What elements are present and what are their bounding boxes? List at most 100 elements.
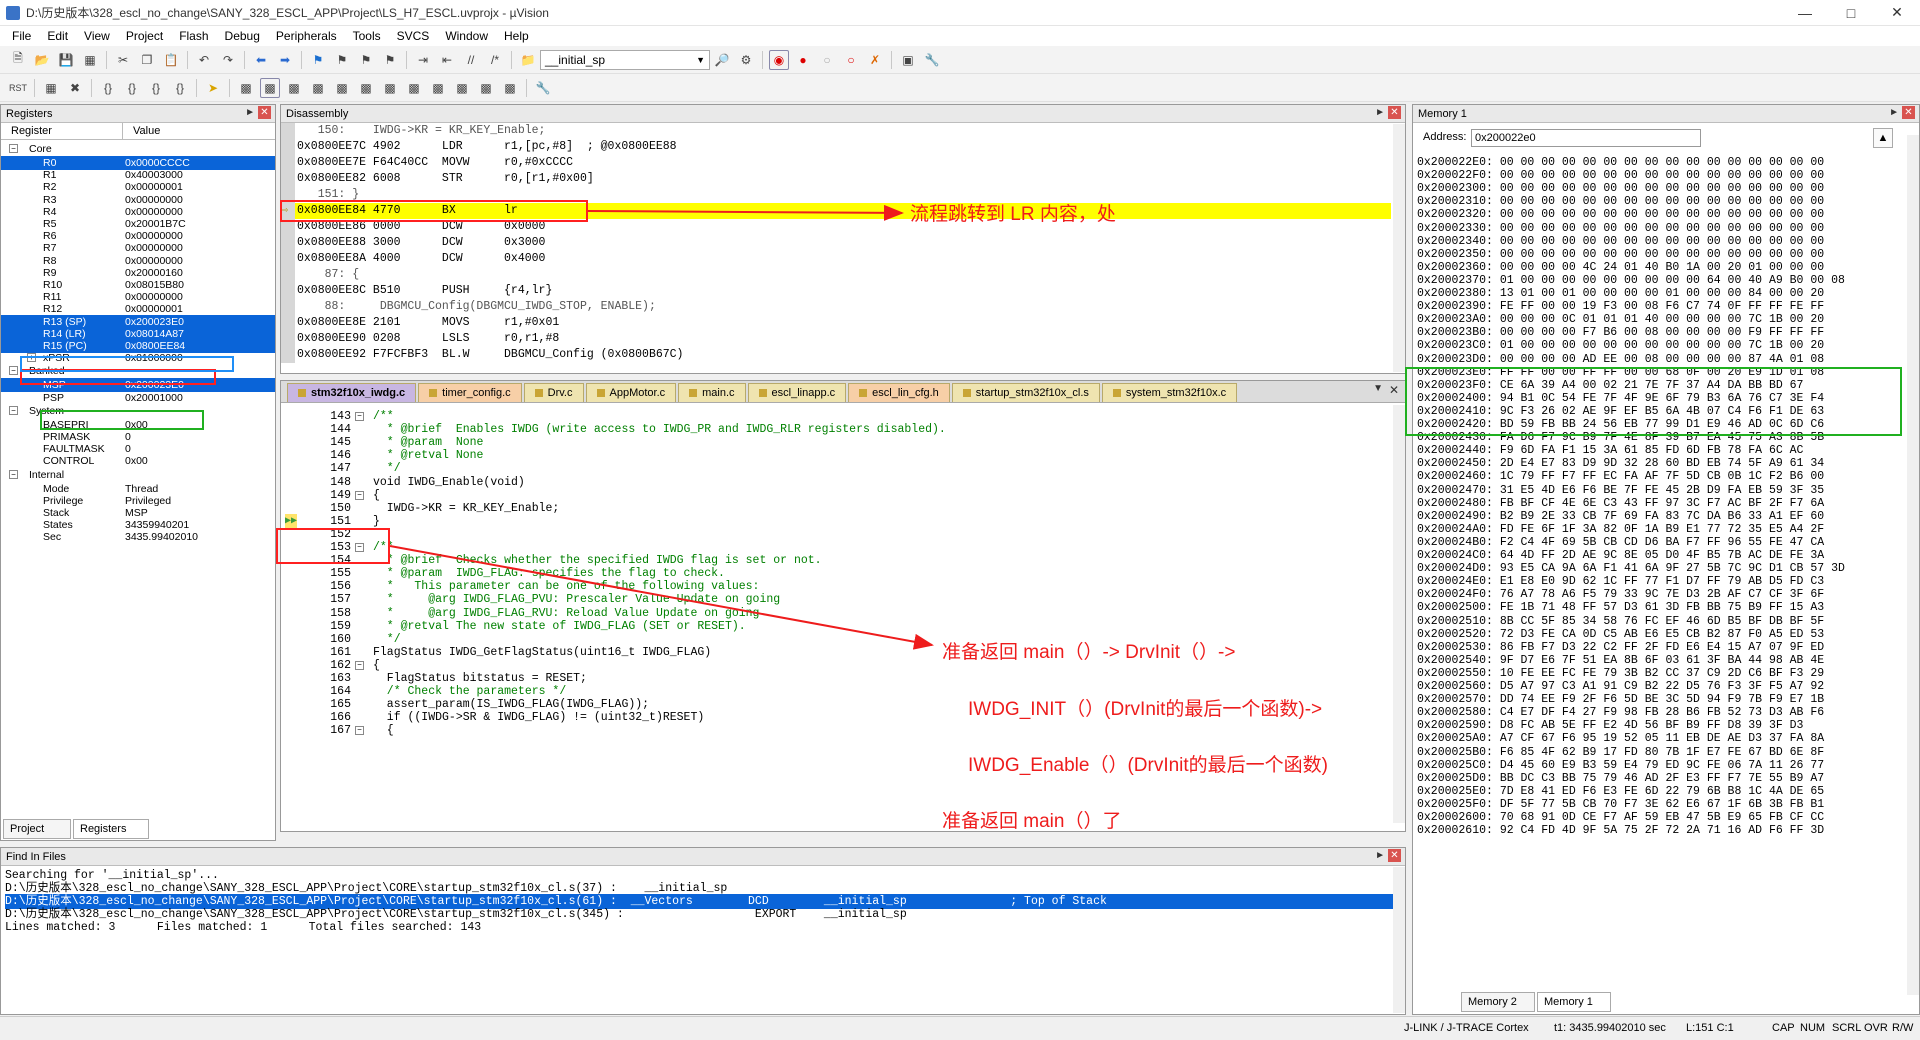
disassembly-line[interactable]: 0x0800EE90 0208 LSLS r0,r1,#8	[281, 331, 1391, 347]
register-row[interactable]: PSP 0x20001000	[1, 391, 275, 405]
debug-settings-icon[interactable]: 🔧	[533, 78, 553, 98]
tab-list-icon[interactable]: ▼	[1373, 383, 1383, 394]
tree-expand-icon[interactable]: −	[9, 366, 18, 376]
code-line[interactable]: 167− {	[281, 723, 1391, 739]
tree-expand-icon[interactable]: −	[9, 469, 18, 479]
disassembly-line[interactable]: 88: DBGMCU_Config(DBGMCU_IWDG_STOP, ENAB…	[281, 299, 1391, 315]
disassembly-line[interactable]: 0x0800EE82 6008 STR r0,[r1,#0x00]	[281, 171, 1391, 187]
menu-tools[interactable]: Tools	[345, 29, 389, 43]
configure-icon[interactable]: 🔧	[922, 50, 942, 70]
minimize-icon[interactable]: —	[1782, 0, 1828, 26]
menu-edit[interactable]: Edit	[39, 29, 76, 43]
paste-icon[interactable]: 📋	[161, 50, 181, 70]
memory-row[interactable]: 0x20002610: 92 C4 FD 4D 9F 5A 75 2F 72 2…	[1417, 823, 1907, 839]
find-icon[interactable]: 🔎	[712, 50, 732, 70]
uncomment-icon[interactable]: /*	[485, 50, 505, 70]
disassembly-window-icon[interactable]: ▩	[260, 77, 280, 98]
tab-memory1[interactable]: Memory 1	[1537, 992, 1611, 1012]
disassembly-line[interactable]: 0x0800EE88 3000 DCW 0x3000	[281, 235, 1391, 251]
close-icon[interactable]: ✕	[1388, 106, 1401, 119]
editor-tab[interactable]: escl_lin_cfg.h	[848, 383, 950, 402]
incremental-find-icon[interactable]: ⚙	[736, 50, 756, 70]
menu-flash[interactable]: Flash	[171, 29, 216, 43]
open-folder-icon[interactable]: 📂	[32, 50, 52, 70]
register-group-core[interactable]: − Core	[1, 142, 275, 156]
close-tab-icon[interactable]: ✕	[1389, 383, 1399, 397]
find-scrollbar[interactable]	[1393, 867, 1405, 1013]
menu-project[interactable]: Project	[118, 29, 171, 43]
close-icon[interactable]: ✕	[258, 106, 271, 119]
close-icon[interactable]: ✕	[1902, 106, 1915, 119]
menu-peripherals[interactable]: Peripherals	[268, 29, 345, 43]
tree-expand-icon[interactable]: −	[9, 144, 18, 153]
memory-dump[interactable]: 0x200022E0: 00 00 00 00 00 00 00 00 00 0…	[1413, 155, 1907, 993]
pin-icon[interactable]: ►	[1889, 107, 1899, 118]
enable-breakpoint-icon[interactable]: ○	[817, 50, 837, 70]
clear-bookmarks-icon[interactable]: ⚑	[380, 50, 400, 70]
fold-icon[interactable]: −	[355, 412, 364, 421]
register-row[interactable]: Sec 3435.99402010	[1, 530, 275, 544]
serial-window-icon[interactable]: ▩	[404, 78, 424, 98]
redo-icon[interactable]: ↷	[218, 50, 238, 70]
find-in-files-icon[interactable]: 📁	[518, 50, 538, 70]
comment-icon[interactable]: //	[461, 50, 481, 70]
command-window-icon[interactable]: ▩	[236, 78, 256, 98]
system-viewer-icon[interactable]: ▩	[476, 78, 496, 98]
menu-view[interactable]: View	[76, 29, 118, 43]
insert-breakpoint-icon[interactable]: ●	[793, 50, 813, 70]
save-icon[interactable]: 💾	[56, 50, 76, 70]
nav-forward-icon[interactable]: ➡	[275, 50, 295, 70]
column-value[interactable]: Value	[123, 123, 160, 139]
maximize-icon[interactable]: □	[1828, 0, 1874, 26]
fold-icon[interactable]: −	[355, 726, 364, 736]
disassembly-line[interactable]: 0x0800EE7E F64C40CC MOVW r0,#0xCCCC	[281, 155, 1391, 171]
editor-tab[interactable]: system_stm32f10x.c	[1101, 383, 1238, 402]
address-input[interactable]: 0x200022e0	[1471, 129, 1701, 147]
editor-tab[interactable]: startup_stm32f10x_cl.s	[951, 383, 1100, 402]
toolbox-icon[interactable]: ▩	[500, 78, 520, 98]
window-layout-icon[interactable]: ▣	[898, 50, 918, 70]
menu-debug[interactable]: Debug	[217, 29, 268, 43]
prev-bookmark-icon[interactable]: ⚑	[332, 50, 352, 70]
analysis-window-icon[interactable]: ▩	[428, 78, 448, 98]
fold-icon[interactable]: −	[355, 660, 364, 670]
save-all-icon[interactable]: ▦	[80, 50, 100, 70]
disassembly-line[interactable]: 0x0800EE8E 2101 MOVS r1,#0x01	[281, 315, 1391, 331]
editor-tab[interactable]: timer_config.c	[418, 383, 522, 402]
pin-icon[interactable]: ►	[1375, 850, 1385, 861]
watch-window-icon[interactable]: ▩	[356, 78, 376, 98]
disassembly-view[interactable]: 150: IWDG->KR = KR_KEY_Enable; 0x0800EE7C…	[281, 123, 1405, 373]
step-out-icon[interactable]: {}	[146, 78, 166, 98]
registers-window-icon[interactable]: ▩	[308, 78, 328, 98]
memory-scrollbar[interactable]	[1907, 135, 1919, 995]
tab-project[interactable]: Project	[3, 819, 71, 839]
debug-session-icon[interactable]: ◉	[769, 49, 789, 70]
tree-expand-icon[interactable]: −	[9, 405, 18, 415]
register-group-internal[interactable]: − Internal	[1, 468, 275, 482]
tab-registers[interactable]: Registers	[73, 819, 149, 839]
menu-file[interactable]: File	[4, 29, 39, 43]
pin-icon[interactable]: ►	[1375, 107, 1385, 118]
editor-tab[interactable]: stm32f10x_iwdg.c	[287, 383, 417, 402]
new-file-icon[interactable]: 🗎	[8, 50, 28, 70]
call-stack-window-icon[interactable]: ▩	[332, 78, 352, 98]
undo-icon[interactable]: ↶	[194, 50, 214, 70]
register-row[interactable]: CONTROL 0x00	[1, 454, 275, 468]
memory-window-icon[interactable]: ▩	[380, 78, 400, 98]
disassembly-line[interactable]: 87: {	[281, 267, 1391, 283]
editor-tab[interactable]: AppMotor.c	[585, 383, 677, 402]
unindent-icon[interactable]: ⇤	[437, 50, 457, 70]
reset-icon[interactable]: RST	[8, 78, 28, 98]
menu-window[interactable]: Window	[437, 29, 496, 43]
lock-icon[interactable]: ▲	[1873, 128, 1893, 148]
nav-back-icon[interactable]: ⬅	[251, 50, 271, 70]
close-icon[interactable]: ✕	[1388, 849, 1401, 862]
run-icon[interactable]: ▦	[41, 78, 61, 98]
bookmark-icon[interactable]: ⚑	[308, 50, 328, 70]
menu-svcs[interactable]: SVCS	[389, 29, 438, 43]
editor-tab[interactable]: escl_linapp.c	[747, 383, 847, 402]
disassembly-line[interactable]: 0x0800EE92 F7FCFBF3 BL.W DBGMCU_Config (…	[281, 347, 1391, 363]
tab-memory2[interactable]: Memory 2	[1461, 992, 1535, 1012]
trace-window-icon[interactable]: ▩	[452, 78, 472, 98]
stop-icon[interactable]: ✖	[65, 78, 85, 98]
